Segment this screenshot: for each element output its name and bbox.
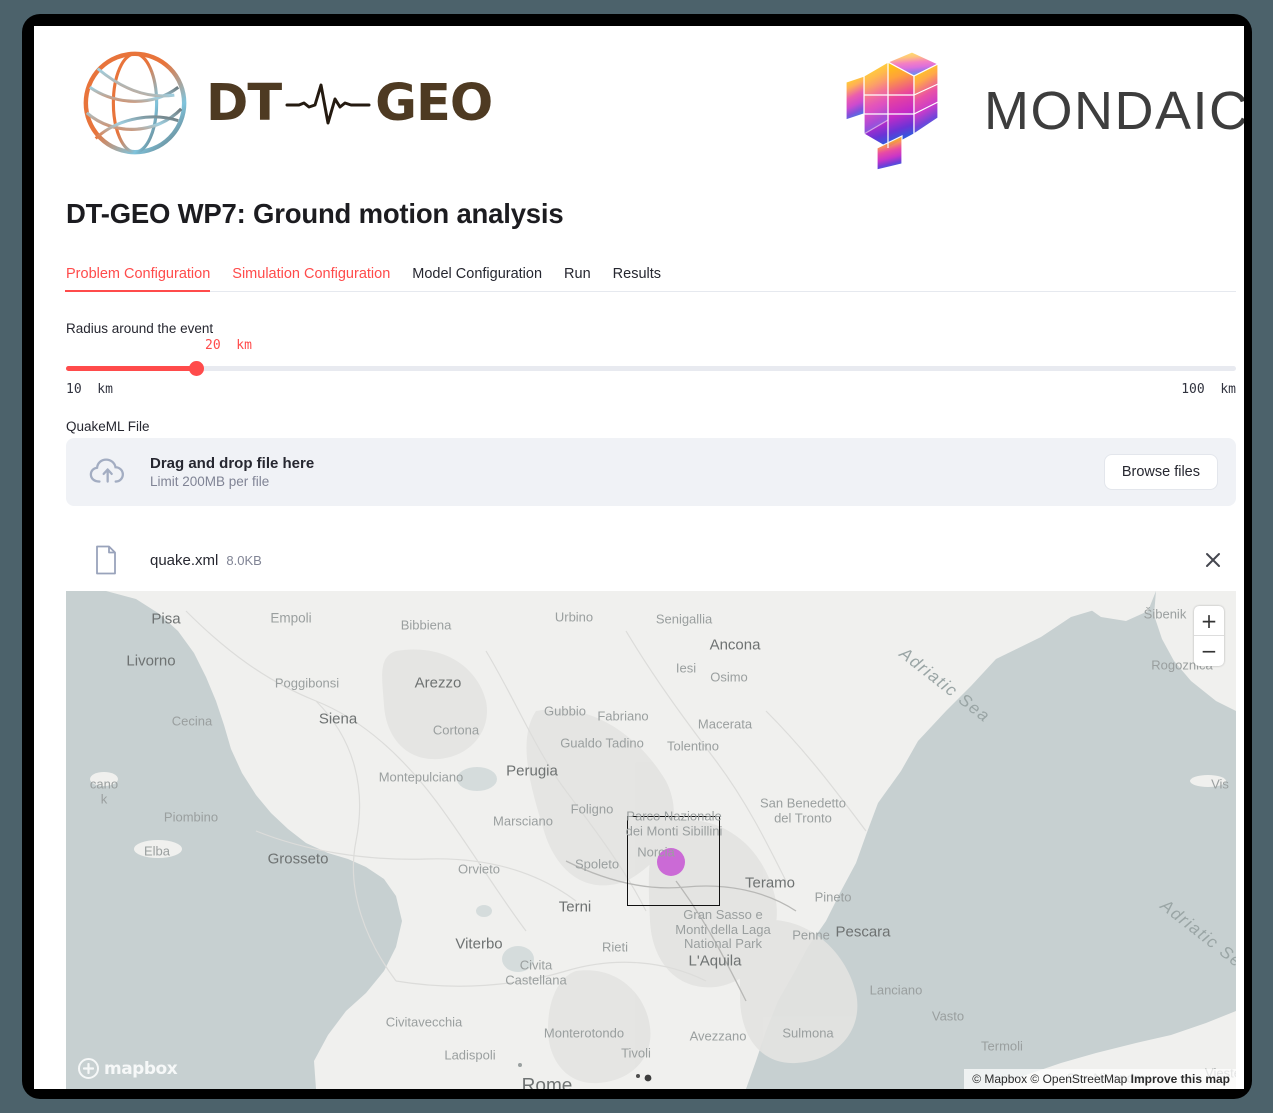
map-attribution-text: © Mapbox © OpenStreetMap bbox=[972, 1072, 1128, 1086]
map-zoom-in-button[interactable]: + bbox=[1194, 606, 1224, 636]
tab-problem-configuration[interactable]: Problem Configuration bbox=[64, 266, 221, 292]
app-window: DT GEO MONDAIC DT-GEO WP7: Ground motion… bbox=[34, 26, 1244, 1089]
quakeml-file-label: QuakeML File bbox=[66, 419, 150, 434]
map-zoom-controls[interactable]: + − bbox=[1194, 606, 1224, 666]
dtgeo-logo: DT GEO bbox=[76, 44, 493, 162]
file-dropzone[interactable]: Drag and drop file here Limit 200MB per … bbox=[66, 438, 1236, 506]
improve-this-map-link[interactable]: Improve this map bbox=[1131, 1072, 1230, 1086]
tab-run[interactable]: Run bbox=[564, 266, 602, 282]
browse-files-button[interactable]: Browse files bbox=[1103, 454, 1218, 490]
logo-header: DT GEO MONDAIC bbox=[34, 26, 1244, 194]
radius-slider-group: Radius around the event 20 km 10 km 100 … bbox=[66, 321, 1236, 397]
uploaded-file-row: quake.xml 8.0KB bbox=[66, 531, 1236, 589]
radius-slider-value: 20 km bbox=[205, 338, 252, 353]
mapbox-logo[interactable]: mapbox bbox=[78, 1058, 178, 1079]
mapbox-mark-icon bbox=[78, 1058, 99, 1079]
dtgeo-geo-text: GEO bbox=[375, 73, 493, 133]
radius-slider-min-label: 10 km bbox=[66, 382, 113, 397]
radius-slider-fill bbox=[66, 366, 196, 371]
mondaic-logo: MONDAIC bbox=[844, 52, 1244, 170]
map-attribution: © Mapbox © OpenStreetMap Improve this ma… bbox=[964, 1069, 1236, 1089]
earthquake-epicenter-marker bbox=[657, 848, 685, 876]
device-frame: DT GEO MONDAIC DT-GEO WP7: Ground motion… bbox=[22, 14, 1252, 1099]
page-title: DT-GEO WP7: Ground motion analysis bbox=[66, 198, 564, 229]
close-icon[interactable] bbox=[1202, 549, 1224, 571]
seismograph-wave-icon bbox=[285, 83, 371, 125]
radius-slider-thumb[interactable] bbox=[189, 361, 204, 376]
dtgeo-dt-text: DT bbox=[206, 73, 282, 133]
uploaded-file-name: quake.xml bbox=[150, 551, 219, 569]
tab-bar: Problem Configuration Simulation Configu… bbox=[64, 266, 1236, 292]
radius-slider-label: Radius around the event bbox=[66, 321, 214, 336]
tab-results[interactable]: Results bbox=[613, 266, 672, 282]
globe-seismograph-logo-icon bbox=[76, 44, 194, 162]
uploaded-file-size: 8.0KB bbox=[226, 552, 262, 568]
radius-slider-max-label: 100 km bbox=[1181, 382, 1236, 397]
dropzone-title: Drag and drop file here bbox=[150, 455, 315, 472]
cube-stack-logo-icon bbox=[845, 52, 940, 170]
map-zoom-out-button[interactable]: − bbox=[1194, 636, 1224, 666]
cloud-upload-icon bbox=[89, 458, 124, 483]
tab-simulation-configuration[interactable]: Simulation Configuration bbox=[232, 266, 401, 282]
mapbox-wordmark: mapbox bbox=[104, 1058, 178, 1079]
mondaic-wordmark: MONDAIC bbox=[984, 81, 1244, 141]
dropzone-limit: Limit 200MB per file bbox=[150, 474, 270, 489]
file-document-icon bbox=[96, 545, 116, 575]
event-map[interactable]: Pisa Empoli Bibbiena Urbino Senigallia Ancona… bbox=[66, 591, 1236, 1089]
radius-slider-track[interactable] bbox=[66, 361, 1236, 376]
tab-model-configuration[interactable]: Model Configuration bbox=[412, 266, 553, 282]
